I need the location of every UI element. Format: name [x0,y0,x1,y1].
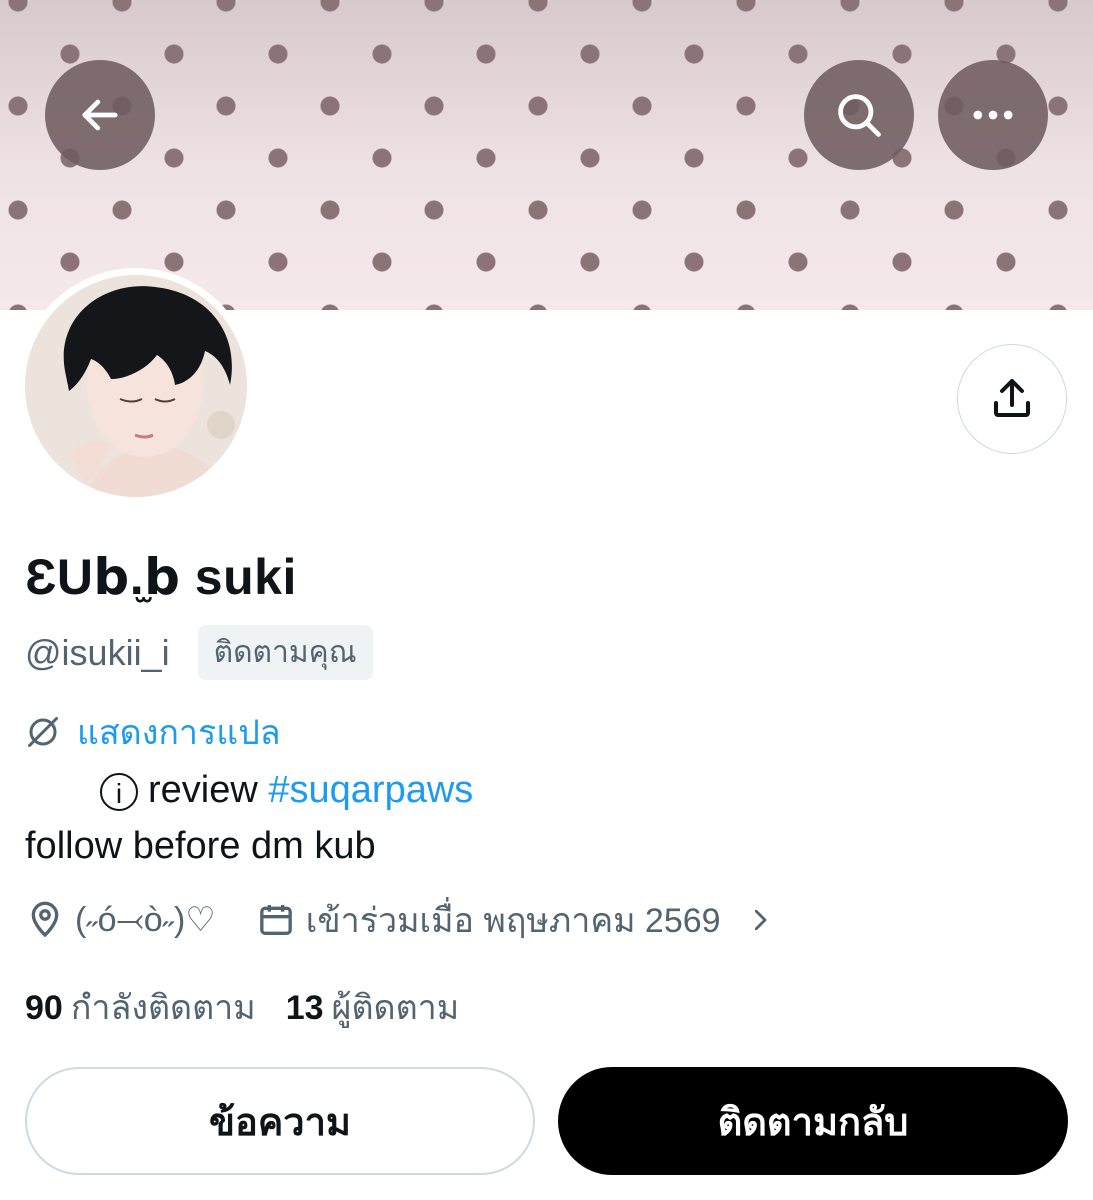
following-count: 90 [25,989,63,1027]
handle-row: @isukii_i ติดตามคุณ [25,625,373,680]
bio-line-1: i review #suqarpaws [25,762,473,818]
joined-date[interactable]: เข้าร่วมเมื่อ พฤษภาคม 2569 [256,893,775,947]
following-stat[interactable]: 90 กำลังติดตาม [25,980,256,1034]
show-translation-link[interactable]: แสดงการแปล [77,705,281,759]
translate-icon [28,717,58,747]
calendar-icon [259,905,292,935]
more-options-button[interactable] [938,60,1048,170]
username-handle: @isukii_i [25,631,170,673]
location: (˶ó⤙ò˶)♡ [25,900,216,940]
more-horizontal-icon [973,110,1013,120]
location-pin-icon [31,901,59,938]
back-button[interactable] [45,60,155,170]
followers-count: 13 [285,989,324,1027]
search-button[interactable] [804,60,914,170]
avatar-image [25,275,247,497]
bio-hashtag-link[interactable]: #suqarpaws [268,769,473,811]
follow-stats: 90 กำลังติดตาม 13 ผู้ติดตาม [25,980,459,1034]
message-button[interactable]: ข้อความ [25,1067,535,1175]
profile-banner[interactable] [0,0,1093,310]
info-icon: i [100,772,138,811]
profile-meta: (˶ó⤙ò˶)♡ เข้าร่วมเมื่อ พฤษภาคม 2569 [25,893,775,947]
search-icon [838,94,881,137]
joined-text: เข้าร่วมเมื่อ พฤษภาคม 2569 [305,902,721,940]
share-icon [994,379,1030,417]
bio-text: review [148,769,258,811]
follows-you-badge: ติดตามคุณ [197,625,373,680]
bio: i review #suqarpaws follow before dm kub [25,762,473,874]
share-button[interactable] [957,344,1067,454]
followers-stat[interactable]: 13 ผู้ติดตาม [286,980,460,1034]
avatar[interactable] [18,268,254,504]
following-label: กำลังติดตาม [70,989,256,1027]
chevron-right-icon [754,909,766,931]
arrow-left-icon [82,99,118,131]
follow-back-button[interactable]: ติดตามกลับ [558,1067,1068,1175]
followers-label: ผู้ติดตาม [331,989,460,1027]
location-text: (˶ó⤙ò˶)♡ [75,901,216,939]
translate-row[interactable]: แสดงการแปล [25,705,281,759]
bio-line-2: follow before dm kub [25,825,376,867]
display-name: ƐU𝗯.̫𝗯 suki [25,549,297,605]
